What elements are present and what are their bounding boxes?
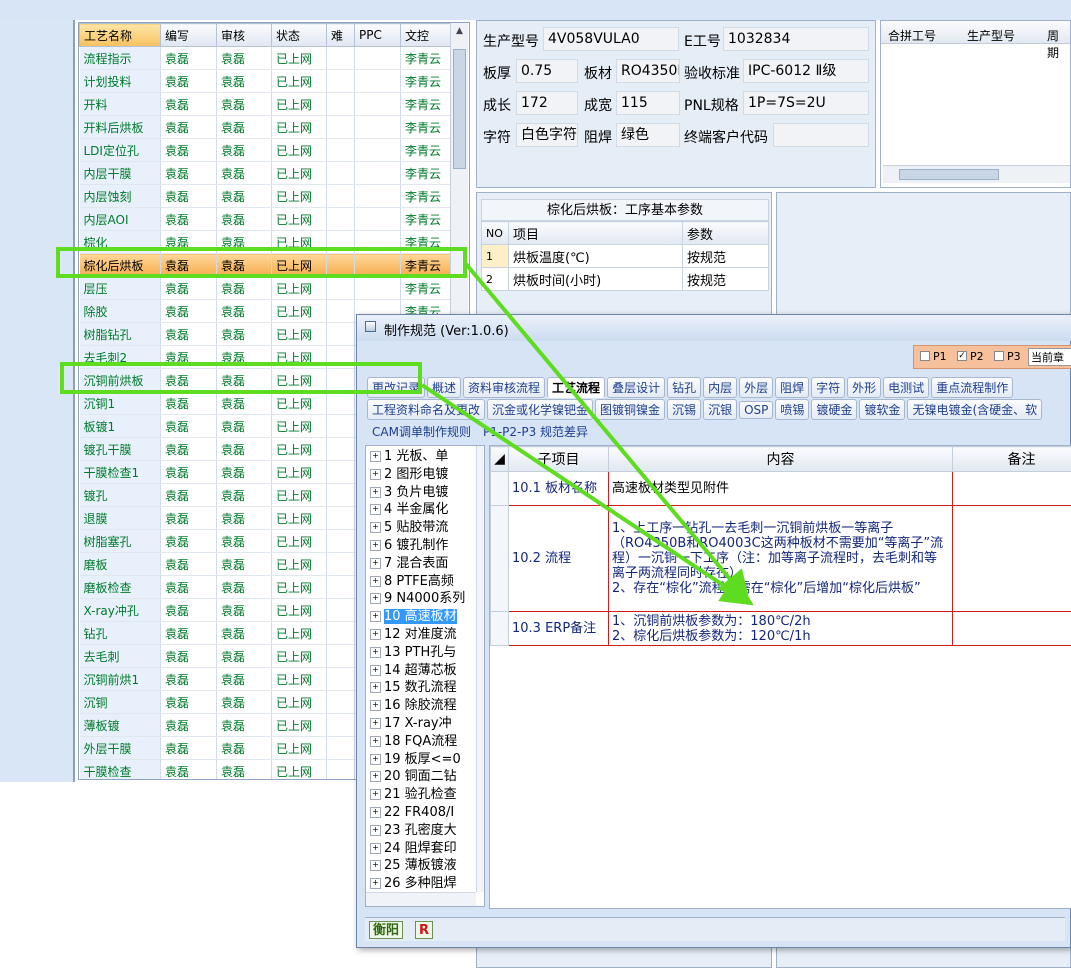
annotation-arrows [420,262,754,606]
arrow-browning-to-spec [464,262,751,604]
arrow-copper-to-spec [420,383,754,606]
